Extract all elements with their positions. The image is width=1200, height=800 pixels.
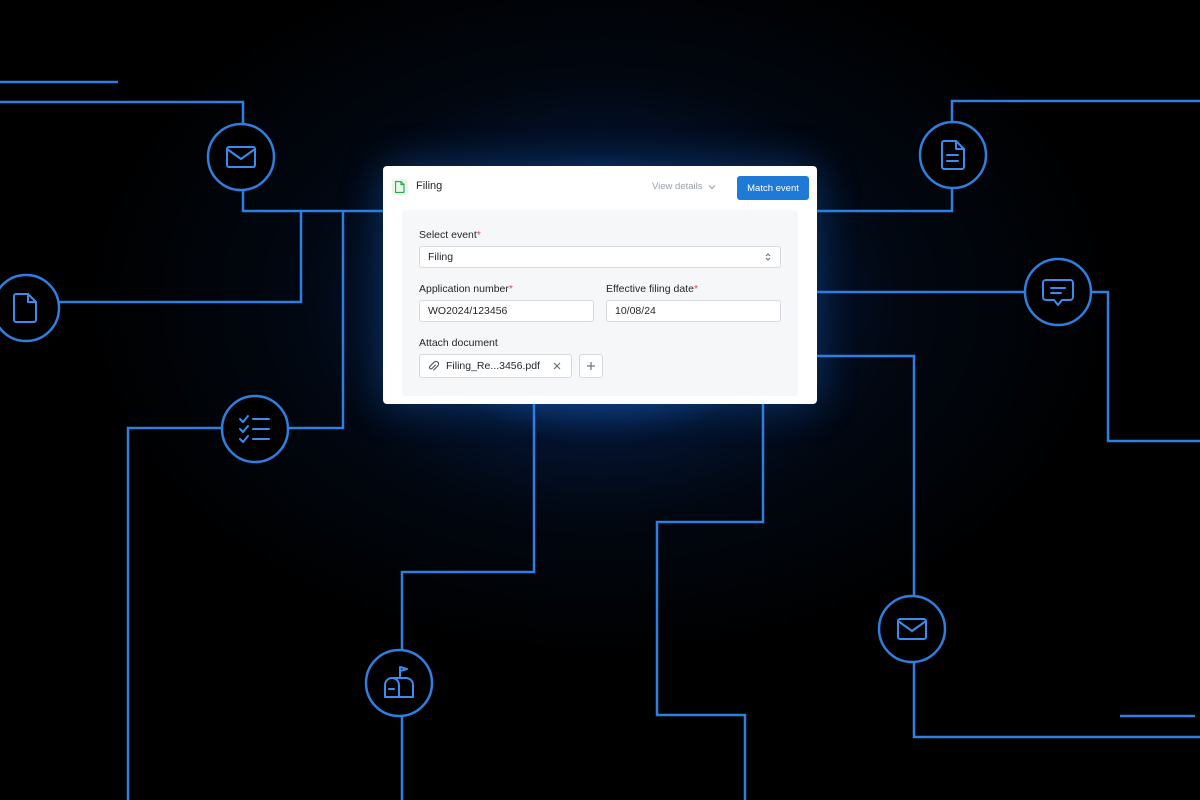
application-number-input[interactable]: WO2024/123456	[419, 300, 594, 322]
checklist-icon	[220, 394, 290, 464]
document-lines-icon	[918, 120, 988, 190]
attached-file-chip[interactable]: Filing_Re...3456.pdf	[419, 354, 572, 378]
effective-filing-date-input[interactable]: 10/08/24	[606, 300, 781, 322]
select-event-label: Select event*	[419, 229, 481, 241]
card-title: Filing	[416, 180, 443, 192]
document-icon	[0, 273, 61, 343]
match-event-button[interactable]: Match event	[737, 176, 809, 200]
view-details-label: View details	[652, 181, 703, 192]
remove-file-icon[interactable]	[552, 361, 562, 371]
select-event-dropdown[interactable]: Filing	[419, 246, 781, 268]
select-event-value: Filing	[428, 251, 454, 263]
chat-bubble-icon	[1023, 257, 1093, 327]
envelope-icon	[206, 122, 276, 192]
envelope-icon	[877, 594, 947, 664]
document-icon	[392, 179, 408, 195]
effective-filing-date-label: Effective filing date*	[606, 283, 699, 295]
paperclip-icon	[428, 360, 439, 371]
select-arrows-icon	[765, 253, 771, 261]
application-number-label: Application number*	[419, 283, 513, 295]
attached-file-name: Filing_Re...3456.pdf	[446, 360, 540, 372]
plus-icon	[587, 362, 595, 370]
form-panel: Select event* Filing Application number*…	[402, 210, 798, 396]
chevron-down-icon	[708, 184, 715, 189]
add-document-button[interactable]	[579, 354, 603, 378]
attach-document-label: Attach document	[419, 337, 498, 349]
card-header: Filing View details Match event	[383, 166, 817, 210]
view-details-toggle[interactable]: View details	[652, 181, 716, 192]
filing-event-card: Filing View details Match event Select e…	[383, 166, 817, 404]
mailbox-icon	[364, 648, 434, 718]
